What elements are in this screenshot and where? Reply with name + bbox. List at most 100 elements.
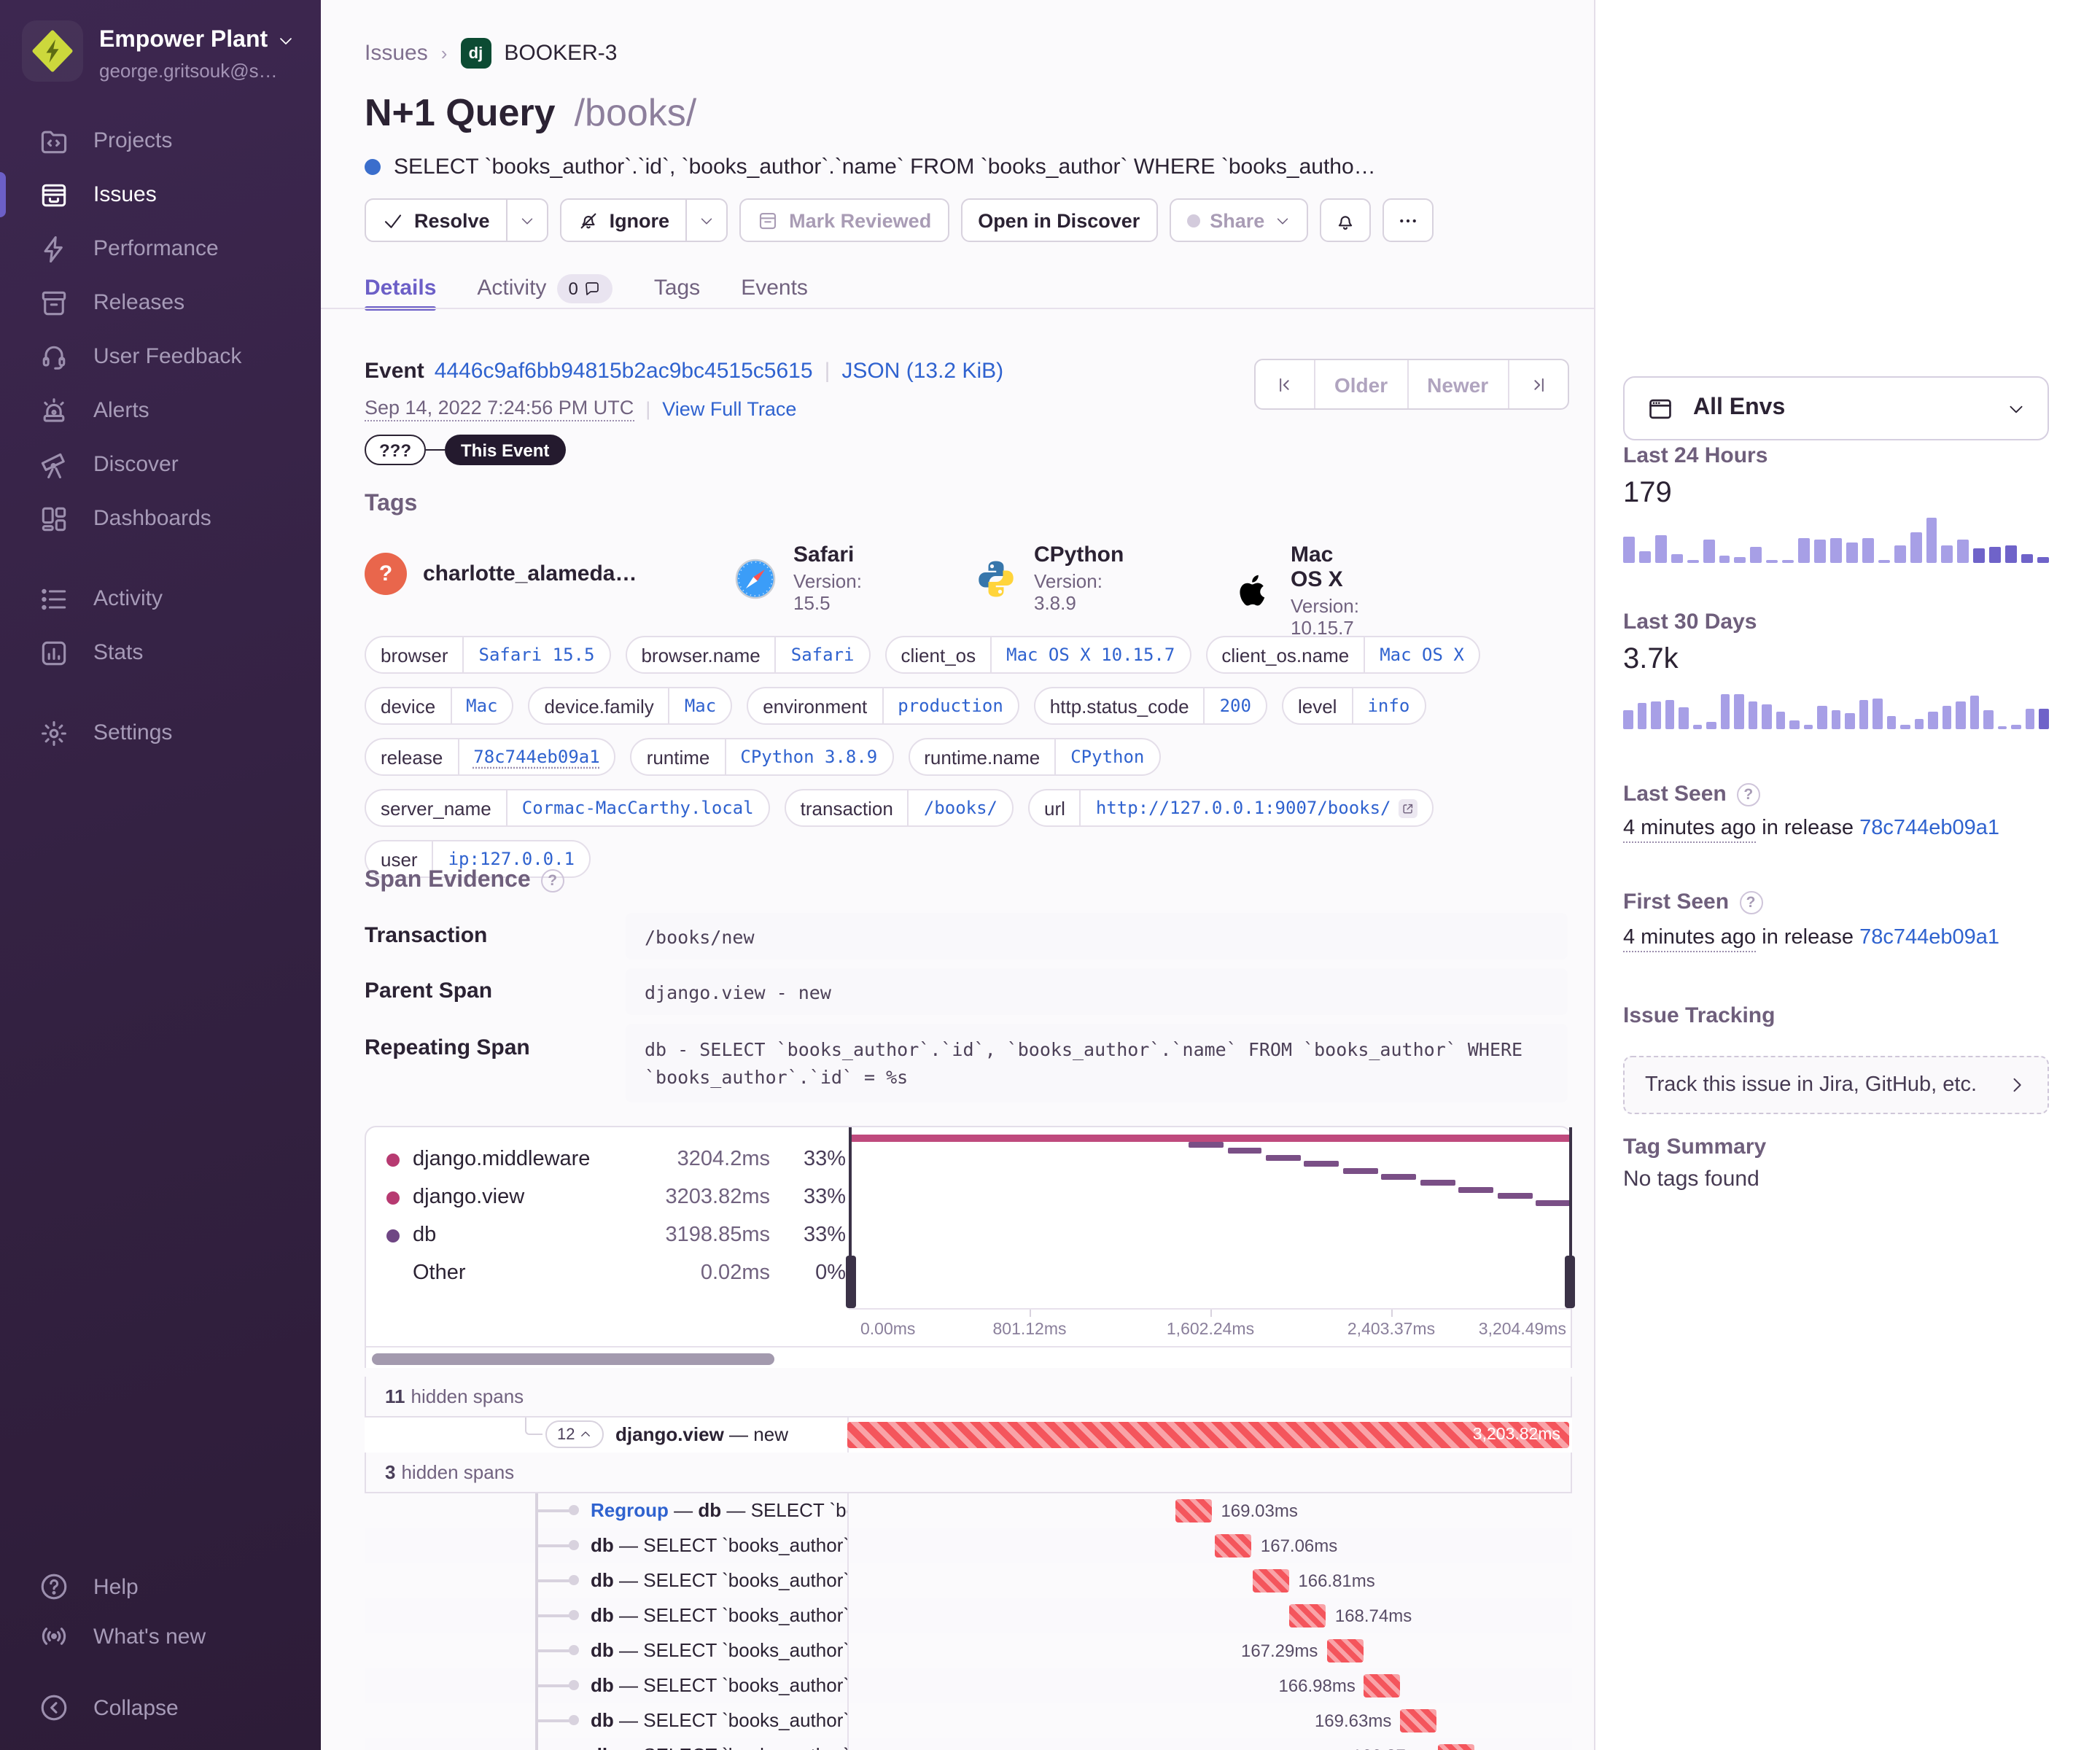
span-evidence-value: db - SELECT `books_author`.`id`, `books_… xyxy=(626,1024,1568,1102)
span-row-7[interactable]: db — SELECT `books_author` 169.63ms xyxy=(365,1703,1572,1738)
sidebar-item-activity[interactable]: Activity xyxy=(0,572,321,626)
event-id-link[interactable]: 4446c9af6bb94815b2ac9bc4515c5615 xyxy=(435,359,813,384)
sidebar-item-performance[interactable]: Performance xyxy=(0,222,321,276)
span-duration-bar[interactable] xyxy=(1400,1709,1437,1732)
tag-value-link[interactable]: Mac xyxy=(450,688,512,723)
newer-event-button[interactable]: Newer xyxy=(1407,360,1507,408)
sidebar-item-issues[interactable]: Issues xyxy=(0,168,321,222)
last-seen-release-link[interactable]: 78c744eb09a1 xyxy=(1859,817,1999,840)
tag-value-link[interactable]: CPython xyxy=(1054,739,1159,774)
span-duration-bar[interactable] xyxy=(1253,1569,1290,1592)
ignore-dropdown[interactable] xyxy=(685,200,726,241)
help-icon[interactable]: ? xyxy=(1736,782,1760,806)
span-row-1[interactable]: Regroup — db — SELECT `boo 169.03ms xyxy=(365,1493,1572,1528)
org-switcher[interactable]: Empower Plant xyxy=(99,28,294,54)
featured-tag-cpython[interactable]: CPython Version: 3.8.9 xyxy=(974,542,1124,614)
sidebar-item-stats[interactable]: Stats xyxy=(0,626,321,680)
tag-value-link[interactable]: Cormac-MacCarthy.local xyxy=(505,790,769,825)
older-event-button[interactable]: Older xyxy=(1314,360,1407,408)
help-icon[interactable]: ? xyxy=(540,869,564,892)
tag-value-link[interactable]: Mac xyxy=(668,688,731,723)
chevron-down-icon xyxy=(279,38,292,44)
resolve-button[interactable]: Resolve xyxy=(365,198,548,242)
tab-details[interactable]: Details xyxy=(365,267,437,311)
sidebar-item-dashboards[interactable]: Dashboards xyxy=(0,491,321,545)
tag-value-link[interactable]: Mac OS X 10.15.7 xyxy=(990,637,1189,672)
tag-key: browser.name xyxy=(641,644,761,666)
open-in-discover-button[interactable]: Open in Discover xyxy=(960,198,1158,242)
waterfall-hscrollbar[interactable] xyxy=(366,1346,1571,1368)
unknown-release-pill[interactable]: ??? xyxy=(365,435,426,465)
span-row-4[interactable]: db — SELECT `books_author` 168.74ms xyxy=(365,1598,1572,1633)
span-duration-bar[interactable] xyxy=(1215,1534,1252,1558)
hidden-spans-row-top[interactable]: 11 hidden spans xyxy=(365,1377,1572,1418)
org-name: Empower Plant xyxy=(99,28,268,52)
minimap-left-handle[interactable] xyxy=(846,1256,856,1308)
tab-tags[interactable]: Tags xyxy=(654,267,700,309)
sidebar-footer-what-s-new[interactable]: What's new xyxy=(0,1611,321,1661)
span-count-badge[interactable]: 12 xyxy=(545,1420,604,1448)
tag-value-link[interactable]: Safari xyxy=(774,637,869,672)
sidebar-item-projects[interactable]: Projects xyxy=(0,114,321,168)
tag-value-link[interactable]: Mac OS X xyxy=(1364,637,1479,672)
this-event-pill[interactable]: This Event xyxy=(445,435,566,465)
tag-value-link[interactable]: Safari 15.5 xyxy=(462,637,610,672)
featured-tag-mac-os-x[interactable]: Mac OS X Version: 10.15.7 xyxy=(1231,542,1359,639)
span-duration-bar[interactable] xyxy=(1364,1674,1401,1698)
first-page-icon xyxy=(1280,377,1289,392)
oldest-event-button[interactable] xyxy=(1256,360,1314,408)
ignore-button[interactable]: Ignore xyxy=(559,198,728,242)
tag-value-link[interactable]: /books/ xyxy=(907,790,1012,825)
first-seen-release-link[interactable]: 78c744eb09a1 xyxy=(1859,926,1999,949)
span-row-6[interactable]: db — SELECT `books_author` 166.98ms xyxy=(365,1668,1572,1703)
tag-value-link[interactable]: production xyxy=(882,688,1018,723)
parent-span-bar[interactable]: 3,203.82ms xyxy=(847,1422,1569,1448)
sidebar-item-settings[interactable]: Settings xyxy=(0,706,321,760)
subscribe-button[interactable] xyxy=(1320,198,1372,242)
parent-span-row[interactable]: 12 django.view — new 3,203.82ms xyxy=(365,1418,1572,1452)
sidebar-item-alerts[interactable]: Alerts xyxy=(0,384,321,438)
span-duration-bar[interactable] xyxy=(1437,1744,1474,1750)
sidebar-item-releases[interactable]: Releases xyxy=(0,276,321,330)
tab-events[interactable]: Events xyxy=(741,267,808,309)
span-row-5[interactable]: db — SELECT `books_author` 167.29ms xyxy=(365,1633,1572,1668)
tag-value-link[interactable]: http://127.0.0.1:9007/books/ xyxy=(1079,790,1432,825)
sidebar-footer-help[interactable]: Help xyxy=(0,1562,321,1611)
sidebar-item-user-feedback[interactable]: User Feedback xyxy=(0,330,321,384)
track-issue-button[interactable]: Track this issue in Jira, GitHub, etc. xyxy=(1623,1056,2049,1114)
span-row-3[interactable]: db — SELECT `books_author` 166.81ms xyxy=(365,1563,1572,1598)
tab-activity[interactable]: Activity 0 xyxy=(477,267,613,309)
tag-value-link[interactable]: 200 xyxy=(1203,688,1266,723)
resolve-dropdown[interactable] xyxy=(505,200,547,241)
view-full-trace-link[interactable]: View Full Trace xyxy=(662,398,796,420)
sidebar-item-discover[interactable]: Discover xyxy=(0,438,321,491)
org-logo[interactable] xyxy=(22,20,83,82)
more-actions-button[interactable] xyxy=(1382,198,1434,242)
help-icon[interactable]: ? xyxy=(1739,890,1763,914)
sidebar-footer-collapse[interactable]: Collapse xyxy=(0,1683,321,1732)
regroup-link[interactable]: Regroup xyxy=(591,1499,669,1521)
featured-tag-safari[interactable]: Safari Version: 15.5 xyxy=(734,542,862,614)
tree-connector xyxy=(569,1715,579,1725)
event-json-link[interactable]: JSON (13.2 KiB) xyxy=(841,359,1003,384)
tag-value-link[interactable]: CPython 3.8.9 xyxy=(724,739,892,774)
waterfall-divider xyxy=(847,1668,849,1703)
hidden-spans-row-inner[interactable]: 3 hidden spans xyxy=(365,1452,1572,1493)
span-row-2[interactable]: db — SELECT `books_author` 167.06ms xyxy=(365,1528,1572,1563)
tag-value-link[interactable]: info xyxy=(1351,688,1424,723)
breadcrumb-issues-link[interactable]: Issues xyxy=(365,41,428,66)
span-op: db xyxy=(591,1639,614,1661)
share-button[interactable]: Share xyxy=(1169,198,1309,242)
featured-tag-charlotte-alameda-[interactable]: ? charlotte_alameda… xyxy=(365,553,637,595)
span-row-8[interactable]: db — SELECT `books_author` 166.87ms xyxy=(365,1738,1572,1750)
minimap-right-handle[interactable] xyxy=(1565,1256,1575,1308)
span-duration-bar[interactable] xyxy=(1289,1604,1326,1628)
span-duration-bar[interactable] xyxy=(1326,1639,1364,1662)
environment-filter-select[interactable]: All Envs xyxy=(1623,376,2049,440)
latest-event-button[interactable] xyxy=(1507,360,1567,408)
mark-reviewed-button[interactable]: Mark Reviewed xyxy=(739,198,949,242)
hscrollbar-thumb[interactable] xyxy=(372,1353,774,1365)
tag-value-link[interactable]: 78c744eb09a1 xyxy=(457,739,614,774)
waterfall-minimap[interactable] xyxy=(846,1127,1575,1308)
span-duration-bar[interactable] xyxy=(1175,1499,1213,1522)
